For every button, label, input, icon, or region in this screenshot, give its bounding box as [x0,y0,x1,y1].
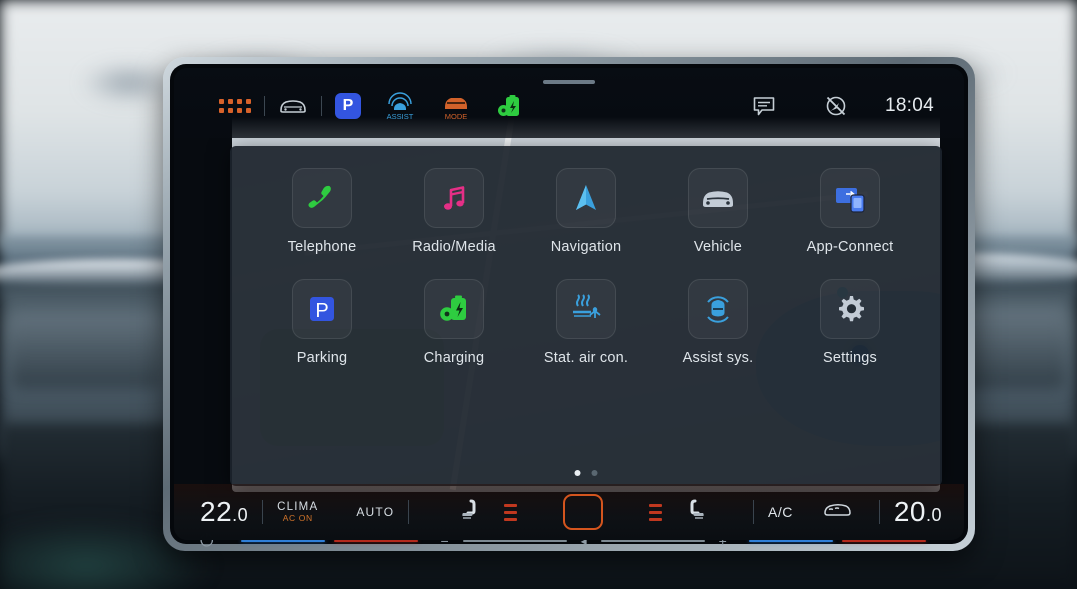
app-label: Radio/Media [412,239,496,255]
temp-warm-bar-left [334,540,419,542]
phone-icon [292,168,352,228]
seat-heating-right-icon[interactable] [683,497,709,528]
app-label: Parking [296,350,348,366]
auto-button[interactable]: AUTO [356,505,394,519]
location-off-icon[interactable] [813,94,859,118]
clima-button[interactable]: CLIMA AC ON [277,501,318,524]
messages-icon[interactable] [741,95,787,117]
status-divider-1 [264,96,265,116]
app-label: Assist sys. [682,350,754,366]
pull-down-handle[interactable] [543,80,595,84]
assist-icon[interactable]: ASSIST [372,91,428,121]
app-grid-row-2: P Parking Charging Stat. air con. Assist… [256,279,916,366]
charging-battery-icon [424,279,484,339]
page-dot-2[interactable] [591,470,598,476]
temp-cool-bar-right [748,540,833,542]
charging-battery-icon[interactable] [484,92,534,120]
bezel-inner: P ASSIST MODE 18:04 Telephone Radio/Medi… [170,64,968,544]
driver-temperature[interactable]: 22.0 [200,496,248,528]
svg-text:ASSIST: ASSIST [387,112,414,121]
app-settings[interactable]: Settings [790,279,910,366]
app-label: Stat. air con. [543,350,629,366]
infotainment-bezel: P ASSIST MODE 18:04 Telephone Radio/Medi… [163,57,975,551]
clima-label: CLIMA [277,500,319,513]
ac-button[interactable]: A/C [768,504,793,520]
app-navigation[interactable]: Navigation [526,168,646,255]
svg-text:MODE: MODE [445,112,468,121]
apps-grid-icon[interactable] [208,99,262,113]
status-divider-2 [321,96,322,116]
status-bar: P ASSIST MODE 18:04 [174,68,964,138]
airflow-bars-left[interactable] [504,503,518,521]
climate-divider-3 [753,500,754,524]
app-label: Telephone [287,239,357,255]
navigation-arrow-icon [556,168,616,228]
volume-slider-track-2[interactable] [600,540,705,542]
driving-mode-icon[interactable]: MODE [428,91,484,121]
rear-defrost-icon[interactable] [821,500,853,525]
temperature-slider-left[interactable] [241,540,419,542]
car-front-icon [688,168,748,228]
app-vehicle[interactable]: Vehicle [658,168,778,255]
parking-p-icon: P [292,279,352,339]
gear-icon [820,279,880,339]
app-label: Charging [423,350,485,366]
passenger-temp-whole: 20 [893,496,926,527]
parking-p-icon[interactable]: P [324,93,372,119]
driver-temp-whole: 22 [200,496,233,527]
clock: 18:04 [884,95,934,116]
volume-slider-track[interactable] [462,540,567,542]
status-bar-right-group: 18:04 [741,94,934,118]
temperature-slider-right[interactable] [748,540,926,542]
home-button-icon[interactable] [563,494,604,530]
parking-p-label: P [335,93,361,119]
page-indicator[interactable] [574,470,598,476]
app-grid-row-1: Telephone Radio/Media Navigation Vehicle… [256,168,916,255]
page-dot-1[interactable] [574,470,581,476]
driver-temp-frac: .0 [232,505,249,525]
climate-divider-2 [408,500,410,524]
svg-text:P: P [315,300,328,322]
seat-heating-left-icon[interactable] [457,497,483,528]
status-bar-left-group: P ASSIST MODE [208,91,534,121]
app-stationary-air-con[interactable]: Stat. air con. [526,279,646,366]
app-charging[interactable]: Charging [394,279,514,366]
app-telephone[interactable]: Telephone [262,168,382,255]
climate-divider-4 [878,500,880,524]
app-label: Settings [823,350,877,366]
app-radio-media[interactable]: Radio/Media [394,168,514,255]
app-assist-systems[interactable]: Assist sys. [658,279,778,366]
temp-warm-bar-right [841,540,926,542]
ac-status-label: AC ON [282,512,313,523]
air-vent-left [10,312,162,389]
passenger-temp-frac: .0 [926,505,943,525]
climate-divider-1 [262,500,264,524]
app-parking[interactable]: P Parking [262,279,382,366]
app-connect-icon [820,168,880,228]
climate-control-bar: 22.0 CLIMA AC ON AUTO A/C 20.0 [174,484,964,540]
stationary-ac-icon [556,279,616,339]
app-grid-overlay: Telephone Radio/Media Navigation Vehicle… [230,146,942,486]
app-label: Vehicle [693,239,743,255]
app-label: Navigation [550,239,622,255]
passenger-temperature[interactable]: 20.0 [894,496,942,528]
assist-car-icon [688,279,748,339]
infotainment-screen[interactable]: P ASSIST MODE 18:04 Telephone Radio/Medi… [174,68,964,540]
music-note-icon [424,168,484,228]
app-app-connect[interactable]: App-Connect [790,168,910,255]
vehicle-front-icon[interactable] [267,97,319,115]
airflow-bars-right[interactable] [649,503,663,521]
temp-cool-bar-left [241,540,326,542]
app-label: App-Connect [806,239,894,255]
